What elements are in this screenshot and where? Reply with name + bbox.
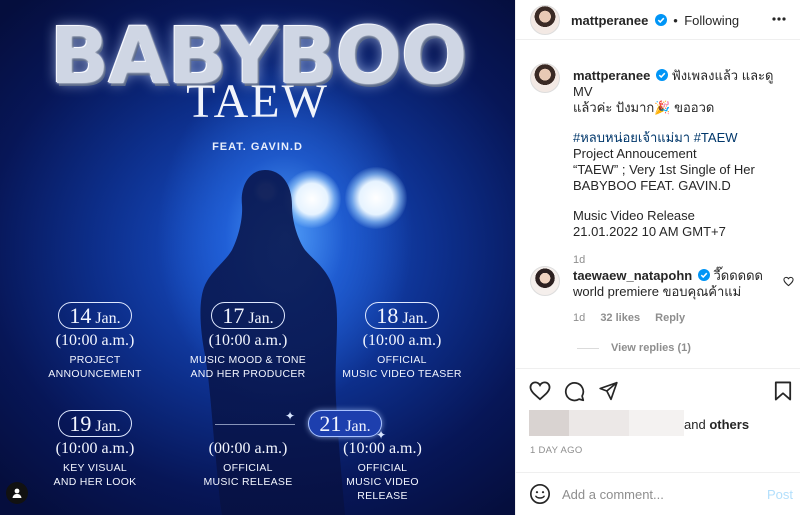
comment-avatar[interactable] xyxy=(530,266,560,296)
post-date[interactable]: 1 DAY AGO xyxy=(530,445,583,456)
post-header: mattperanee • Following xyxy=(516,0,800,40)
schedule-item: 19 Jan. (10:00 a.m.) KEY VISUAL AND HER L… xyxy=(53,410,137,488)
date-pill: 14 Jan. xyxy=(58,302,132,329)
date-pill: 17 Jan. xyxy=(211,302,285,329)
schedule-item: 14 Jan. (10:00 a.m.) PROJECT ANNOUNCEMENT xyxy=(48,302,142,380)
comment-bubble-icon[interactable] xyxy=(564,381,585,402)
comment-text: วี๊ดดดดด xyxy=(713,268,763,283)
header-separator: • xyxy=(673,13,678,28)
post-image[interactable]: BABYBOO TAEW FEAT. GAVIN.D 14 Jan. (10:0… xyxy=(0,0,515,515)
liked-by-blur xyxy=(629,410,684,436)
liked-by-others[interactable]: others xyxy=(709,417,749,432)
verified-badge-icon xyxy=(655,69,668,81)
emoji-smiley-icon[interactable] xyxy=(529,483,551,505)
user-tag-icon[interactable] xyxy=(6,482,28,504)
caption-text: ขออวด xyxy=(670,100,715,115)
action-bar xyxy=(516,368,800,408)
view-replies-button[interactable]: View replies (1) xyxy=(611,342,691,354)
caption-line: Music Video Release xyxy=(573,208,695,223)
more-options-icon[interactable] xyxy=(771,14,787,24)
poster-subtitle: TAEW xyxy=(186,75,329,128)
header-username[interactable]: mattperanee xyxy=(571,13,648,28)
party-popper-icon: 🎉 xyxy=(654,100,671,115)
view-replies-line xyxy=(577,348,599,349)
like-heart-icon[interactable] xyxy=(529,381,551,401)
schedule-item: 18 Jan. (10:00 a.m.) OFFICIAL MUSIC VIDEO… xyxy=(342,302,462,380)
reply-button[interactable]: Reply xyxy=(655,312,685,324)
date-pill: 18 Jan. xyxy=(365,302,439,329)
caption-line: Project Annoucement xyxy=(573,146,697,161)
liked-by-blur xyxy=(529,410,569,436)
date-pill-active: 21 Jan. xyxy=(308,410,382,437)
add-comment-input[interactable] xyxy=(562,484,752,504)
caption-username[interactable]: mattperanee xyxy=(573,68,650,83)
post-sidebar: mattperanee • Following mattperanee ฟังเ… xyxy=(515,0,800,515)
comment: taewaew_natapohn วี๊ดดดดด world premiere… xyxy=(573,268,778,324)
caption-avatar[interactable] xyxy=(530,63,560,93)
avatar[interactable] xyxy=(530,5,560,35)
date-pill: 19 Jan. xyxy=(58,410,132,437)
sparkle-icon: ✦ xyxy=(285,409,296,423)
caption-line: “TAEW” ; Very 1st Single of Her xyxy=(573,162,755,177)
schedule-item: 17 Jan. (10:00 a.m.) MUSIC MOOD & TONE AN… xyxy=(189,302,307,380)
add-comment-bar: Post xyxy=(516,472,800,515)
poster-feat: FEAT. GAVIN.D xyxy=(212,141,303,153)
sparkle-icon: ✦ xyxy=(376,428,387,442)
caption: mattperanee ฟังเพลงแล้ว และดู MV แล้วค่ะ… xyxy=(573,68,793,266)
liked-by-text: and xyxy=(684,417,710,432)
verified-badge-icon xyxy=(654,14,667,26)
liked-by-blur xyxy=(569,410,629,436)
comment-text: world premiere ขอบคุณค้าแม่ xyxy=(573,284,742,299)
verified-badge-icon xyxy=(697,269,710,281)
share-paper-plane-icon[interactable] xyxy=(598,381,619,401)
comment-likes[interactable]: 32 likes xyxy=(600,312,640,324)
comment-age[interactable]: 1d xyxy=(573,312,585,324)
hashtags[interactable]: #หลบหน่อยเจ้าแม่มา #TAEW xyxy=(573,130,793,146)
timeline-line xyxy=(215,424,295,425)
caption-text: แล้วค่ะ ปังมาก xyxy=(573,100,655,115)
caption-line: BABYBOO FEAT. GAVIN.D xyxy=(573,178,731,193)
caption-age[interactable]: 1d xyxy=(573,254,793,266)
following-button[interactable]: Following xyxy=(684,13,739,28)
caption-line: 21.01.2022 10 AM GMT+7 xyxy=(573,224,726,239)
post-button[interactable]: Post xyxy=(767,487,793,502)
comment-like-heart-icon[interactable] xyxy=(783,276,794,287)
comment-username[interactable]: taewaew_natapohn xyxy=(573,268,692,283)
save-bookmark-icon[interactable] xyxy=(774,381,792,401)
